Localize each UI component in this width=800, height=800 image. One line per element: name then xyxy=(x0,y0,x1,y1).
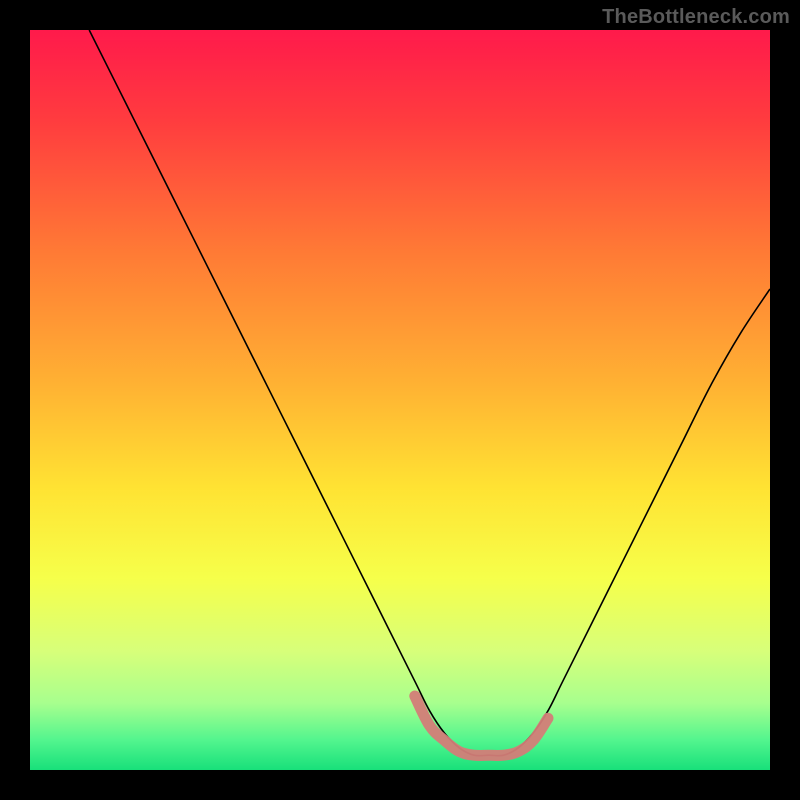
gradient-background xyxy=(30,30,770,770)
chart-svg xyxy=(30,30,770,770)
plot-area xyxy=(30,30,770,770)
watermark-text: TheBottleneck.com xyxy=(602,6,790,29)
chart-frame: TheBottleneck.com xyxy=(0,0,800,800)
